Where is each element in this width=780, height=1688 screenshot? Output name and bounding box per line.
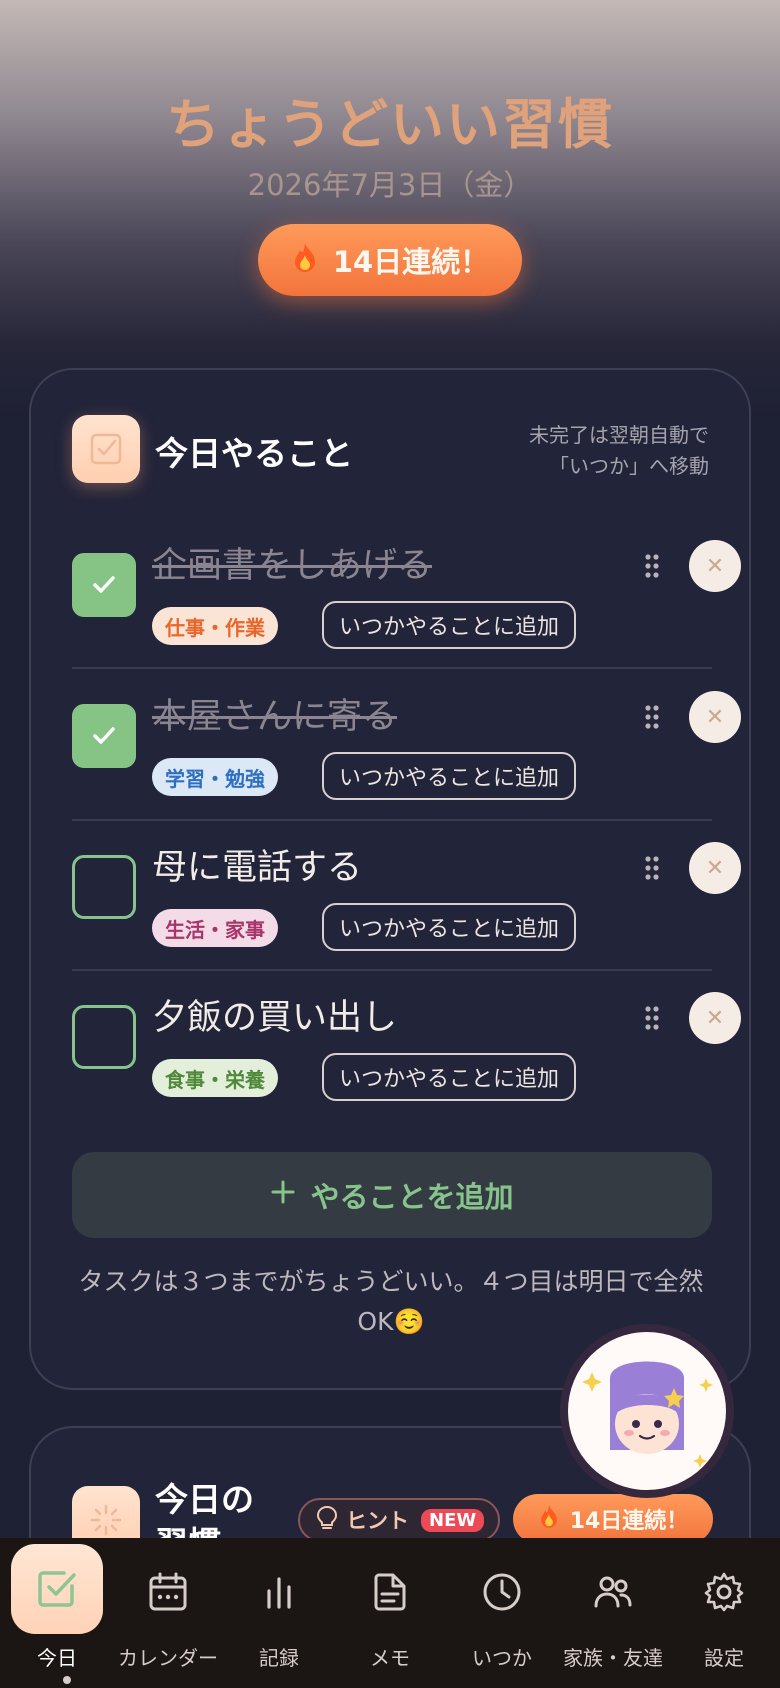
new-badge: NEW <box>421 1508 485 1532</box>
tab-label: 設定 <box>704 1646 744 1670</box>
hint-label: ヒント <box>346 1509 409 1533</box>
plus-icon <box>270 1178 296 1212</box>
task-text[interactable]: 企画書をしあげる <box>152 537 432 588</box>
tab-memo[interactable]: メモ <box>334 1538 446 1688</box>
drag-handle-icon[interactable] <box>644 855 660 881</box>
tab-records[interactable]: 記録 <box>223 1538 335 1688</box>
lightbulb-icon <box>316 1505 338 1536</box>
task-checkbox[interactable] <box>72 553 136 617</box>
tab-settings[interactable]: 設定 <box>668 1538 780 1688</box>
mascot-avatar-button[interactable] <box>560 1324 734 1498</box>
document-icon <box>362 1564 418 1620</box>
drag-handle-icon[interactable] <box>644 1005 660 1031</box>
close-icon: ✕ <box>705 704 725 730</box>
close-icon: ✕ <box>705 553 725 579</box>
auto-move-note: 未完了は翌朝自動で 「いつか」へ移動 <box>449 420 709 482</box>
category-tag[interactable]: 生活・家事 <box>152 909 278 947</box>
card-title: 今日やること <box>155 434 353 473</box>
checklist-icon <box>72 415 140 483</box>
mascot-icon <box>568 1332 726 1490</box>
add-task-button[interactable]: やることを追加 <box>72 1152 712 1238</box>
task-item: 企画書をしあげる 仕事・作業 いつかやることに追加 ✕ <box>72 515 741 665</box>
remove-task-button[interactable]: ✕ <box>689 842 741 894</box>
active-indicator <box>63 1676 71 1684</box>
add-to-someday-button[interactable]: いつかやることに追加 <box>322 903 576 951</box>
task-item: 母に電話する 生活・家事 いつかやることに追加 ✕ <box>72 817 741 967</box>
note-line-2: 「いつか」へ移動 <box>549 454 709 478</box>
task-item: 本屋さんに寄る 学習・勉強 いつかやることに追加 ✕ <box>72 666 741 816</box>
people-icon <box>585 1564 641 1620</box>
task-checkbox[interactable] <box>72 704 136 768</box>
today-tasks-card: 今日やること 未完了は翌朝自動で 「いつか」へ移動 企画書をしあげる 仕事・作業… <box>29 368 751 1390</box>
app-title: ちょうどいい習慣 <box>166 93 614 156</box>
remove-task-button[interactable]: ✕ <box>689 540 741 592</box>
category-tag[interactable]: 学習・勉強 <box>152 758 278 796</box>
drag-handle-icon[interactable] <box>644 704 660 730</box>
category-tag[interactable]: 食事・栄養 <box>152 1059 278 1097</box>
task-text[interactable]: 夕飯の買い出し <box>152 989 397 1040</box>
tab-calendar[interactable]: カレンダー <box>112 1538 224 1688</box>
remove-task-button[interactable]: ✕ <box>689 992 741 1044</box>
drag-handle-icon[interactable] <box>644 553 660 579</box>
check-square-icon <box>11 1544 103 1634</box>
hint-button[interactable]: ヒント NEW <box>298 1498 500 1542</box>
bar-chart-icon <box>251 1564 307 1620</box>
add-task-label: やることを追加 <box>310 1180 514 1214</box>
close-icon: ✕ <box>705 855 725 881</box>
habit-streak-label: 14日連続！ <box>569 1509 689 1534</box>
add-to-someday-button[interactable]: いつかやることに追加 <box>322 1053 576 1101</box>
task-text[interactable]: 母に電話する <box>152 839 362 890</box>
header-background <box>0 0 780 420</box>
streak-label: 14日連続！ <box>332 245 490 279</box>
close-icon: ✕ <box>705 1005 725 1031</box>
add-to-someday-button[interactable]: いつかやることに追加 <box>322 601 576 649</box>
check-icon <box>93 727 115 744</box>
bottom-tab-bar: 今日 カレンダー 記録 メモ いつか 家族・友達 設定 <box>0 1538 780 1688</box>
add-to-someday-button[interactable]: いつかやることに追加 <box>322 752 576 800</box>
clock-icon <box>474 1564 530 1620</box>
fire-icon <box>538 1503 560 1535</box>
tab-family-friends[interactable]: 家族・友達 <box>557 1538 669 1688</box>
date-label: 2026年7月3日（金） <box>247 168 533 202</box>
category-tag[interactable]: 仕事・作業 <box>152 607 278 645</box>
fire-icon <box>291 241 319 280</box>
remove-task-button[interactable]: ✕ <box>689 691 741 743</box>
task-item: 夕飯の買い出し 食事・栄養 いつかやることに追加 ✕ <box>72 967 741 1117</box>
task-checkbox[interactable] <box>72 855 136 919</box>
note-line-1: 未完了は翌朝自動で <box>529 423 709 447</box>
task-text[interactable]: 本屋さんに寄る <box>152 688 397 739</box>
streak-badge[interactable]: 14日連続！ <box>258 224 522 296</box>
calendar-icon <box>140 1564 196 1620</box>
task-checkbox[interactable] <box>72 1005 136 1069</box>
check-icon <box>93 576 115 593</box>
gear-icon <box>696 1564 752 1620</box>
tab-someday[interactable]: いつか <box>446 1538 558 1688</box>
habit-streak-badge[interactable]: 14日連続！ <box>513 1494 713 1544</box>
